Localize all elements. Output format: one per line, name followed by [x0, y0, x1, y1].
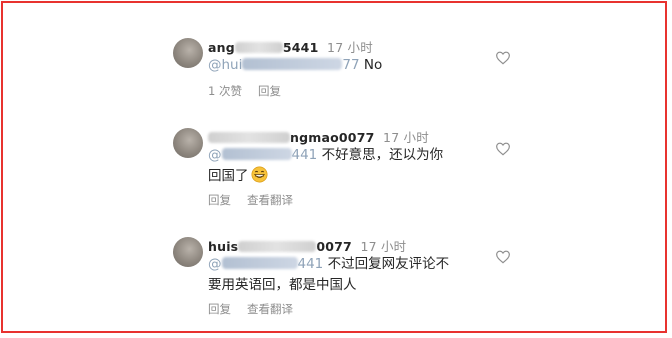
comment-username[interactable]: ang 5441 17 小时: [208, 37, 373, 56]
comment-text: @441 不好意思，还以为你: [208, 147, 444, 163]
see-translation-button[interactable]: 查看翻译: [247, 193, 293, 207]
reply-button[interactable]: 回复: [258, 84, 281, 98]
see-translation-button[interactable]: 查看翻译: [247, 302, 293, 316]
reply-button[interactable]: 回复: [208, 302, 231, 316]
grinning-emoji-icon: [251, 166, 267, 183]
mention-link[interactable]: @hui 77: [208, 57, 360, 73]
redacted-username: [238, 241, 317, 252]
comment-username[interactable]: huis 0077 17 小时: [208, 236, 406, 255]
comment-text: @hui 77 No: [208, 57, 383, 73]
redacted-username: [234, 42, 283, 53]
heart-icon[interactable]: [495, 141, 511, 157]
comment-username[interactable]: ngmao0077 17 小时: [208, 127, 429, 146]
comment-text: @441 不过回复网友评论不: [208, 256, 450, 272]
comment-text-line2: 要用英语回，都是中国人: [208, 277, 357, 293]
avatar[interactable]: [173, 38, 203, 68]
comment-time: 17 小时: [383, 130, 429, 145]
heart-icon[interactable]: [495, 50, 511, 66]
comment-time: 17 小时: [360, 239, 407, 254]
comment-actions: 1 次赞 回复: [208, 83, 297, 99]
redacted-username: [208, 132, 290, 143]
reply-button[interactable]: 回复: [208, 193, 231, 207]
likes-count[interactable]: 1 次赞: [208, 84, 242, 98]
heart-icon[interactable]: [495, 249, 511, 265]
comment-actions: 回复 查看翻译: [208, 192, 309, 208]
avatar[interactable]: [173, 128, 203, 158]
comment-text-line2: 回国了: [208, 166, 268, 187]
comment-time: 17 小时: [327, 40, 373, 55]
mention-link[interactable]: @441: [208, 256, 323, 272]
mention-link[interactable]: @441: [208, 147, 317, 163]
avatar[interactable]: [173, 237, 203, 267]
comment-actions: 回复 查看翻译: [208, 301, 309, 317]
